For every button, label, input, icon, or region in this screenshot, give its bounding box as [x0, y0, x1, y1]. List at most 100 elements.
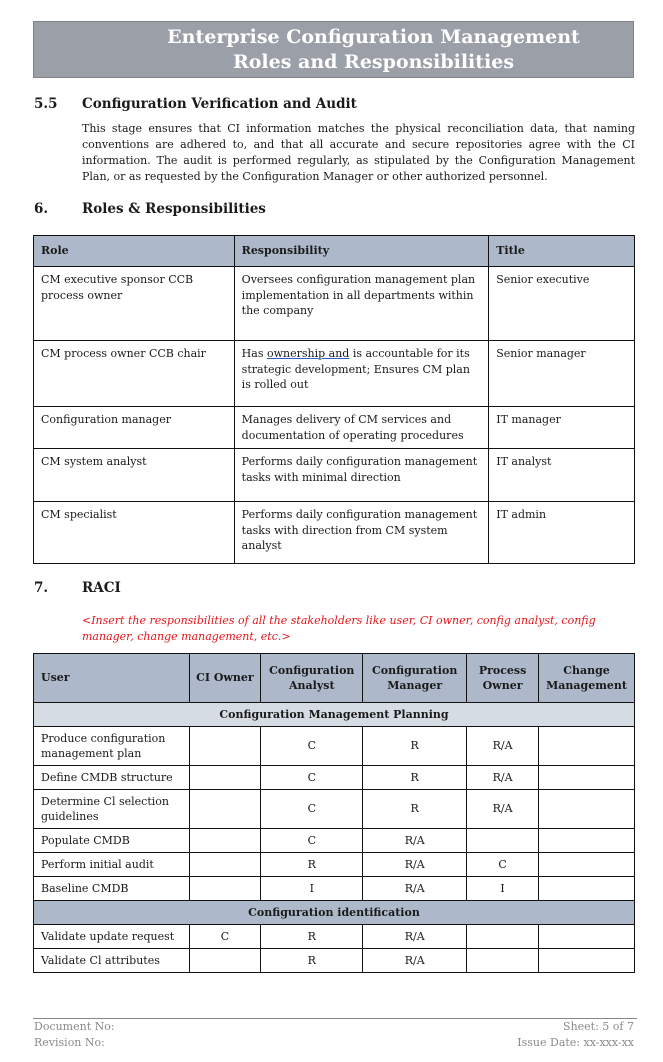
- table-row: Produce configuration management plan C …: [33, 726, 635, 766]
- task-cell: Validate update request: [33, 924, 190, 949]
- raci-cell: [538, 948, 635, 973]
- role-cell: CM system analyst: [33, 448, 235, 502]
- raci-cell: I: [466, 876, 540, 901]
- title-cell: IT analyst: [488, 448, 635, 502]
- role-cell: Configuration manager: [33, 406, 235, 449]
- table-row: CM executive sponsor CCB process owner O…: [33, 266, 635, 341]
- table-row: Populate CMDB C R/A: [33, 828, 635, 853]
- title-cell: Senior manager: [488, 340, 635, 407]
- raci-cell: R: [260, 948, 364, 973]
- section-number: 5.5: [34, 96, 58, 112]
- footer-document-no: Document No:: [34, 1020, 115, 1033]
- raci-cell: R: [362, 726, 468, 766]
- table-row: Validate update request C R R/A: [33, 924, 635, 949]
- table-row: Perform initial audit R R/A C: [33, 852, 635, 877]
- raci-cell: [188, 726, 262, 766]
- raci-cell: R/A: [362, 876, 468, 901]
- group-header: Configuration identification: [33, 900, 635, 925]
- column-header: Role: [33, 235, 235, 267]
- column-header: Configuration Manager: [362, 653, 468, 703]
- column-header: Process Owner: [466, 653, 540, 703]
- raci-table: User CI Owner Configuration Analyst Conf…: [33, 653, 635, 973]
- raci-cell: R: [362, 789, 468, 829]
- footer-revision-no: Revision No:: [34, 1036, 105, 1049]
- responsibility-cell: Has ownership and is accountable for its…: [233, 340, 490, 407]
- raci-cell: R/A: [362, 924, 468, 949]
- title-cell: IT manager: [488, 406, 635, 449]
- responsibility-cell: Oversees configuration management plan i…: [233, 266, 490, 341]
- raci-cell: [188, 948, 262, 973]
- raci-cell: [466, 948, 540, 973]
- column-header: Title: [488, 235, 635, 267]
- document-banner: Enterprise Configuration Management Role…: [33, 21, 634, 78]
- group-header: Configuration Management Planning: [33, 702, 635, 727]
- roles-table: Role Responsibility Title CM executive s…: [33, 235, 635, 564]
- raci-cell: R/A: [362, 828, 468, 853]
- table-row: Determine Cl selection guidelines C R R/…: [33, 789, 635, 829]
- raci-cell: [188, 789, 262, 829]
- section-number: 6.: [34, 201, 49, 217]
- footer-issue-date: Issue Date: xx-xxx-xx: [517, 1036, 634, 1049]
- text-segment: Has: [241, 347, 267, 360]
- raci-cell: [188, 828, 262, 853]
- group-row: Configuration Management Planning: [33, 702, 635, 727]
- role-cell: CM specialist: [33, 501, 235, 564]
- raci-cell: R/A: [466, 789, 540, 829]
- banner-title-line1: Enterprise Configuration Management: [167, 26, 580, 48]
- task-cell: Define CMDB structure: [33, 765, 190, 790]
- raci-cell: R/A: [466, 765, 540, 790]
- spellcheck-underlined-text: ownership and: [266, 347, 350, 360]
- table-header-row: User CI Owner Configuration Analyst Conf…: [33, 653, 635, 703]
- task-cell: Determine Cl selection guidelines: [33, 789, 190, 829]
- raci-cell: [466, 924, 540, 949]
- section-title: RACI: [82, 580, 121, 596]
- raci-cell: [466, 828, 540, 853]
- section-5-5-heading: 5.5 Configuration Verification and Audit: [34, 96, 357, 112]
- footer-divider: [33, 1018, 637, 1019]
- role-cell: CM executive sponsor CCB process owner: [33, 266, 235, 341]
- raci-cell: C: [466, 852, 540, 877]
- raci-cell: R: [260, 924, 364, 949]
- section-number: 7.: [34, 580, 49, 596]
- section-title: Roles & Responsibilities: [82, 201, 266, 217]
- title-cell: Senior executive: [488, 266, 635, 341]
- raci-cell: C: [260, 828, 364, 853]
- footer-sheet-number: Sheet: 5 of 7: [563, 1020, 634, 1033]
- column-header: Change Management: [538, 653, 635, 703]
- column-header: CI Owner: [188, 653, 262, 703]
- banner-title-line2: Roles and Responsibilities: [232, 51, 515, 73]
- raci-cell: C: [188, 924, 262, 949]
- raci-cell: [538, 765, 635, 790]
- raci-cell: [188, 852, 262, 877]
- task-cell: Populate CMDB: [33, 828, 190, 853]
- section-7-heading: 7. RACI: [34, 580, 121, 596]
- task-cell: Produce configuration management plan: [33, 726, 190, 766]
- table-row: Validate Cl attributes R R/A: [33, 948, 635, 973]
- column-header: User: [33, 653, 190, 703]
- table-row: Baseline CMDB I R/A I: [33, 876, 635, 901]
- responsibility-cell: Performs daily configuration management …: [233, 501, 490, 564]
- raci-cell: C: [260, 726, 364, 766]
- table-row: CM system analyst Performs daily configu…: [33, 448, 635, 502]
- raci-cell: [538, 789, 635, 829]
- group-row: Configuration identification: [33, 900, 635, 925]
- raci-cell: [538, 726, 635, 766]
- column-header: Responsibility: [233, 235, 490, 267]
- responsibility-cell: Manages delivery of CM services and docu…: [233, 406, 490, 449]
- responsibility-cell: Performs daily configuration management …: [233, 448, 490, 502]
- section-title: Configuration Verification and Audit: [82, 96, 357, 112]
- raci-cell: [538, 876, 635, 901]
- table-row: Define CMDB structure C R R/A: [33, 765, 635, 790]
- table-row: CM specialist Performs daily configurati…: [33, 501, 635, 564]
- table-header-row: Role Responsibility Title: [33, 235, 635, 267]
- title-cell: IT admin: [488, 501, 635, 564]
- raci-cell: R: [260, 852, 364, 877]
- raci-cell: R/A: [466, 726, 540, 766]
- table-row: Configuration manager Manages delivery o…: [33, 406, 635, 449]
- raci-cell: [538, 852, 635, 877]
- raci-cell: [188, 765, 262, 790]
- task-cell: Validate Cl attributes: [33, 948, 190, 973]
- section-5-5-body: This stage ensures that CI information m…: [82, 122, 635, 183]
- raci-cell: R/A: [362, 852, 468, 877]
- raci-cell: [188, 876, 262, 901]
